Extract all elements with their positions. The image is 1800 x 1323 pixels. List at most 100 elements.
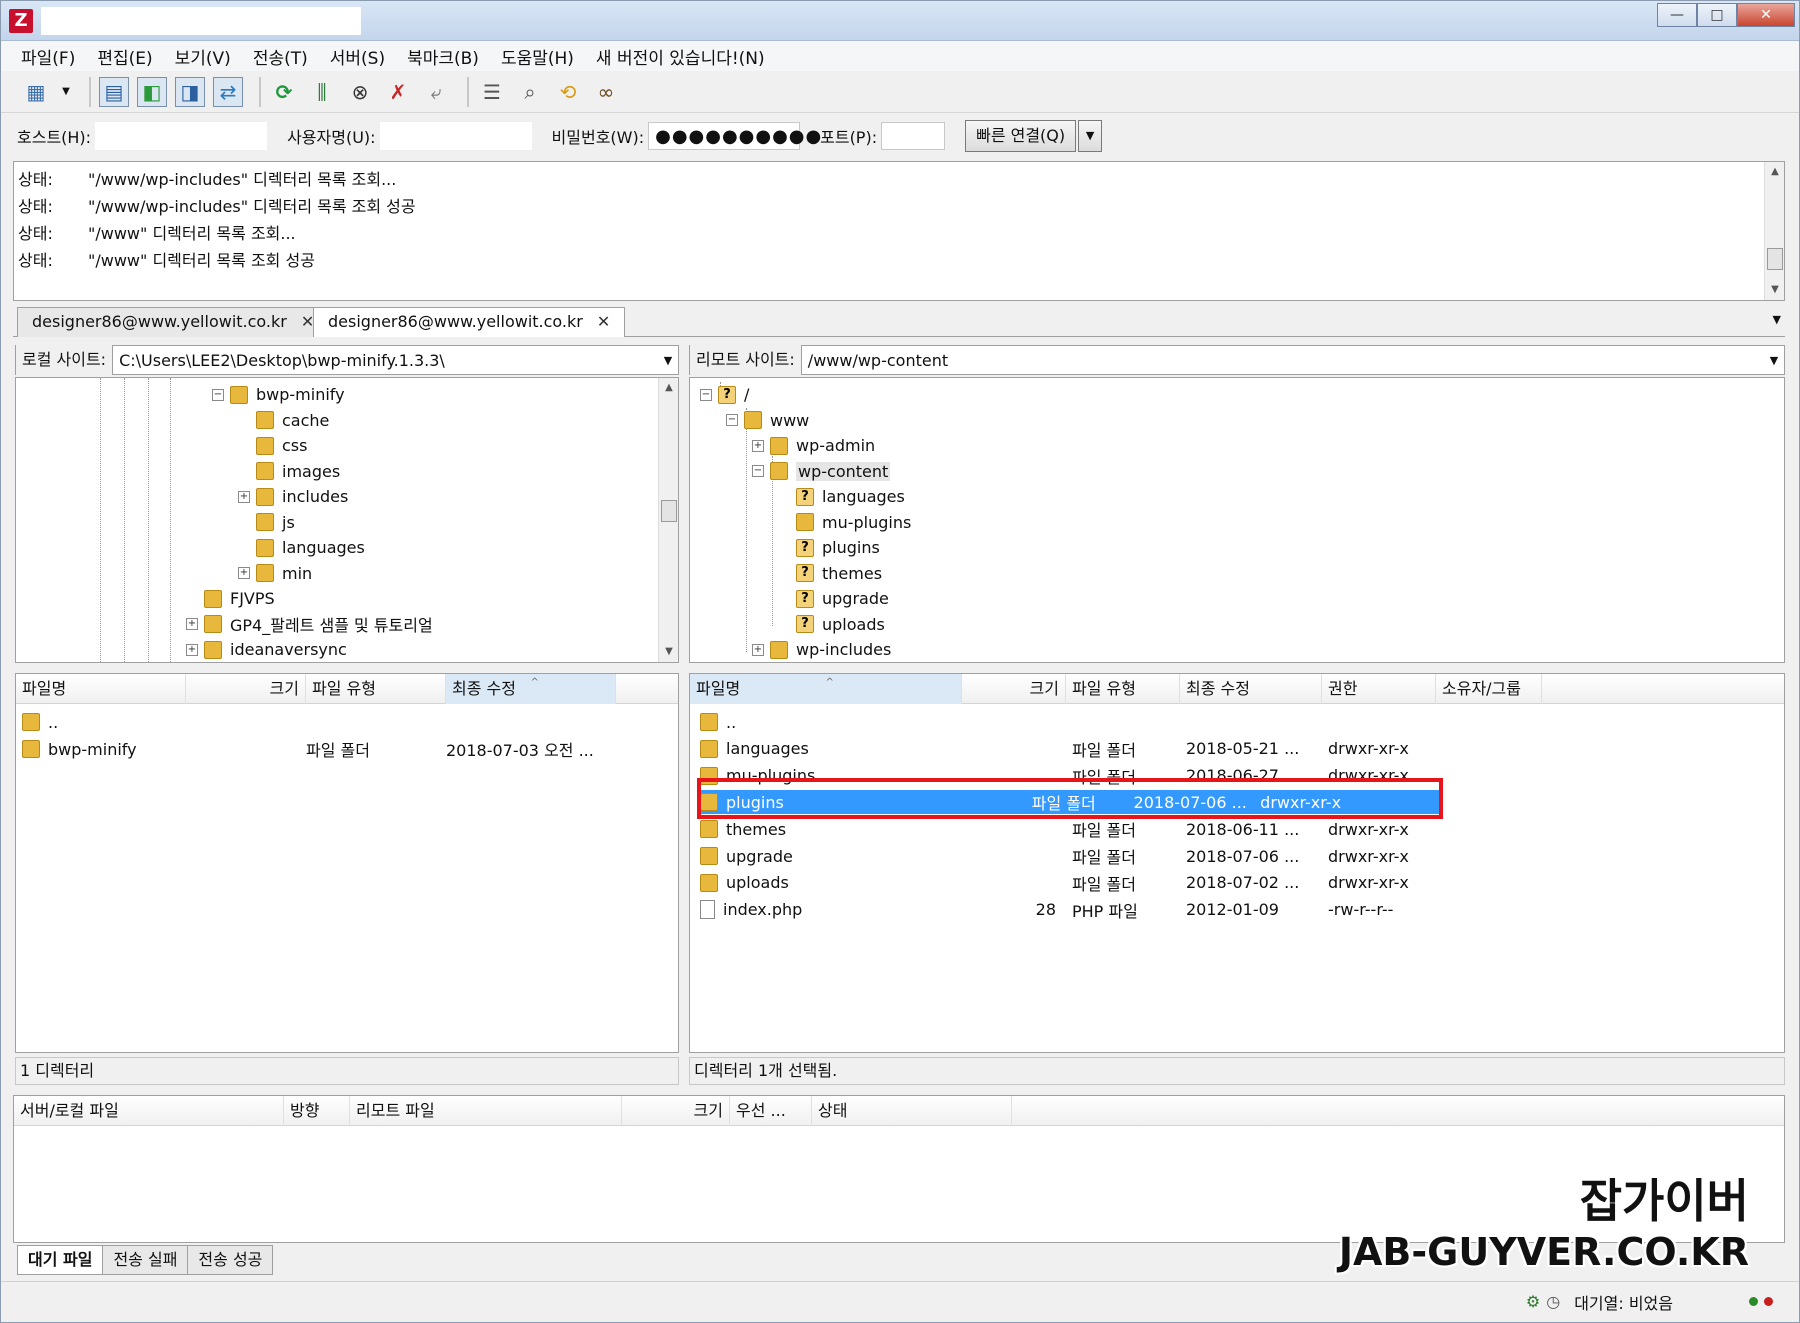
- tree-node[interactable]: languages: [238, 535, 365, 560]
- toggle-log-icon[interactable]: ▤: [99, 76, 129, 107]
- table-row[interactable]: themes 파일 폴더 2018-06-11 ... drwxr-xr-x: [700, 817, 1784, 841]
- quickconnect-dropdown[interactable]: ▼: [1078, 120, 1103, 152]
- tree-node[interactable]: css: [238, 433, 307, 458]
- menu-new-version[interactable]: 새 버전이 있습니다!(N): [596, 44, 765, 69]
- connection-tab[interactable]: designer86@www.yellowit.co.kr ✕: [17, 307, 330, 337]
- col-local-file[interactable]: 서버/로컬 파일: [14, 1096, 284, 1126]
- col-remote-file[interactable]: 리모트 파일: [350, 1096, 622, 1126]
- tree-node[interactable]: FJVPS: [186, 586, 275, 611]
- table-row[interactable]: languages 파일 폴더 2018-05-21 ... drwxr-xr-x: [700, 737, 1784, 761]
- menu-server[interactable]: 서버(S): [330, 44, 385, 69]
- tree-node[interactable]: ? themes: [778, 561, 882, 586]
- tree-node[interactable]: cache: [238, 408, 329, 433]
- reconnect-icon[interactable]: ⤶: [421, 77, 451, 107]
- cancel-icon[interactable]: ⊗: [345, 77, 375, 107]
- expand-icon[interactable]: +: [186, 618, 198, 630]
- col-modified[interactable]: 최종 수정: [1180, 674, 1322, 704]
- tree-node[interactable]: + GP4_팔레트 샘플 및 튜토리얼: [186, 612, 433, 637]
- col-size[interactable]: 크기: [622, 1096, 730, 1126]
- port-input[interactable]: [881, 122, 946, 150]
- tree-node[interactable]: js: [238, 510, 295, 535]
- remote-path-input[interactable]: /www/wp-content: [802, 351, 1764, 370]
- close-tab-icon[interactable]: ✕: [597, 312, 610, 331]
- close-button[interactable]: ✕: [1737, 3, 1795, 27]
- collapse-icon[interactable]: −: [752, 465, 764, 477]
- local-tree-scrollbar[interactable]: ▲ ▼: [658, 378, 678, 662]
- tabs-dropdown-icon[interactable]: ▼: [1773, 313, 1781, 326]
- menu-file[interactable]: 파일(F): [21, 44, 75, 69]
- toggle-local-tree-icon[interactable]: ◧: [137, 76, 167, 107]
- table-row[interactable]: bwp-minify 파일 폴더 2018-07-03 오전 ...: [16, 737, 678, 761]
- collapse-icon[interactable]: −: [700, 388, 712, 401]
- sync-browse-icon[interactable]: ⟲: [553, 77, 583, 107]
- scroll-thumb[interactable]: [661, 500, 677, 522]
- col-priority[interactable]: 우선 ...: [730, 1096, 812, 1126]
- menu-view[interactable]: 보기(V): [175, 44, 231, 69]
- col-modified[interactable]: 최종 수정 ^: [446, 674, 616, 704]
- menu-help[interactable]: 도움말(H): [501, 44, 574, 69]
- col-direction[interactable]: 방향: [284, 1096, 350, 1126]
- menu-bookmarks[interactable]: 북마크(B): [407, 44, 479, 69]
- tree-node[interactable]: −? /: [700, 382, 749, 407]
- quickconnect-button[interactable]: 빠른 연결(Q): [965, 120, 1077, 152]
- collapse-icon[interactable]: −: [726, 414, 738, 426]
- tree-node[interactable]: ? uploads: [778, 612, 885, 637]
- col-filename[interactable]: 파일명 ^: [690, 674, 962, 704]
- col-size[interactable]: 크기: [186, 674, 306, 704]
- chevron-down-icon[interactable]: ▼: [1764, 354, 1784, 367]
- table-row[interactable]: index.php 28 PHP 파일 2012-01-09 -rw-r--r--: [700, 898, 1784, 922]
- scroll-thumb[interactable]: [1767, 248, 1783, 270]
- tab-failed-transfers[interactable]: 전송 실패: [102, 1245, 189, 1275]
- scroll-up-arrow[interactable]: ▲: [1765, 162, 1785, 182]
- tree-node[interactable]: + min: [238, 561, 312, 586]
- expand-icon[interactable]: +: [186, 643, 198, 656]
- tab-queued-files[interactable]: 대기 파일: [17, 1245, 104, 1275]
- col-owner-group[interactable]: 소유자/그룹: [1436, 674, 1542, 704]
- tree-node[interactable]: ? plugins: [778, 535, 880, 560]
- tab-successful-transfers[interactable]: 전송 성공: [187, 1245, 274, 1275]
- expand-icon[interactable]: +: [238, 490, 250, 503]
- tree-node[interactable]: + wp-includes: [752, 637, 891, 662]
- expand-icon[interactable]: +: [752, 439, 764, 452]
- speed-limit-icon[interactable]: ◷: [1546, 1292, 1560, 1311]
- toggle-queue-icon[interactable]: ⇄: [213, 76, 243, 107]
- minimize-button[interactable]: —: [1657, 3, 1697, 27]
- menu-transfer[interactable]: 전송(T): [253, 44, 308, 69]
- tree-node[interactable]: + wp-admin: [752, 433, 875, 458]
- menu-edit[interactable]: 편집(E): [97, 44, 152, 69]
- scroll-down-arrow[interactable]: ▼: [1765, 280, 1785, 300]
- chevron-down-icon[interactable]: ▼: [658, 354, 678, 367]
- col-type[interactable]: 파일 유형: [1066, 674, 1180, 704]
- collapse-icon[interactable]: −: [212, 388, 224, 401]
- scroll-down-arrow[interactable]: ▼: [659, 642, 679, 662]
- settings-icon[interactable]: ⚙: [1526, 1292, 1540, 1311]
- tree-node[interactable]: − wp-content: [752, 459, 891, 484]
- tree-node[interactable]: − www: [726, 408, 809, 433]
- table-row[interactable]: upgrade 파일 폴더 2018-07-06 ... drwxr-xr-x: [700, 844, 1784, 868]
- toggle-remote-tree-icon[interactable]: ◨: [175, 76, 205, 107]
- table-row[interactable]: ..: [700, 710, 1784, 734]
- table-row[interactable]: ..: [16, 710, 678, 734]
- col-type[interactable]: 파일 유형: [306, 674, 446, 704]
- table-row[interactable]: plugins 파일 폴더 2018-07-06 ... drwxr-xr-x: [700, 790, 1440, 815]
- table-row[interactable]: mu-plugins 파일 폴더 2018-06-27 ... drwxr-xr-x: [700, 764, 1784, 788]
- process-queue-icon[interactable]: ⫼: [307, 77, 337, 107]
- scroll-up-arrow[interactable]: ▲: [659, 378, 679, 398]
- refresh-icon[interactable]: ⟳: [269, 77, 299, 107]
- username-input[interactable]: [379, 122, 532, 150]
- site-manager-icon[interactable]: ▦: [21, 77, 51, 107]
- search-icon[interactable]: ∞: [591, 77, 621, 107]
- col-permissions[interactable]: 권한: [1322, 674, 1436, 704]
- tree-node[interactable]: + includes: [238, 484, 348, 509]
- tree-node[interactable]: ? languages: [778, 484, 905, 509]
- filter-icon[interactable]: ☰: [477, 77, 507, 107]
- host-input[interactable]: [95, 122, 268, 150]
- connection-tab-active[interactable]: designer86@www.yellowit.co.kr ✕: [313, 307, 626, 337]
- tree-node[interactable]: + ideanaversync: [186, 637, 347, 662]
- col-size[interactable]: 크기: [962, 674, 1066, 704]
- tree-node[interactable]: − bwp-minify: [212, 382, 345, 407]
- disconnect-icon[interactable]: ✗: [383, 77, 413, 107]
- table-row[interactable]: uploads 파일 폴더 2018-07-02 ... drwxr-xr-x: [700, 871, 1784, 895]
- tree-node[interactable]: mu-plugins: [778, 510, 911, 535]
- col-status[interactable]: 상태: [812, 1096, 1012, 1126]
